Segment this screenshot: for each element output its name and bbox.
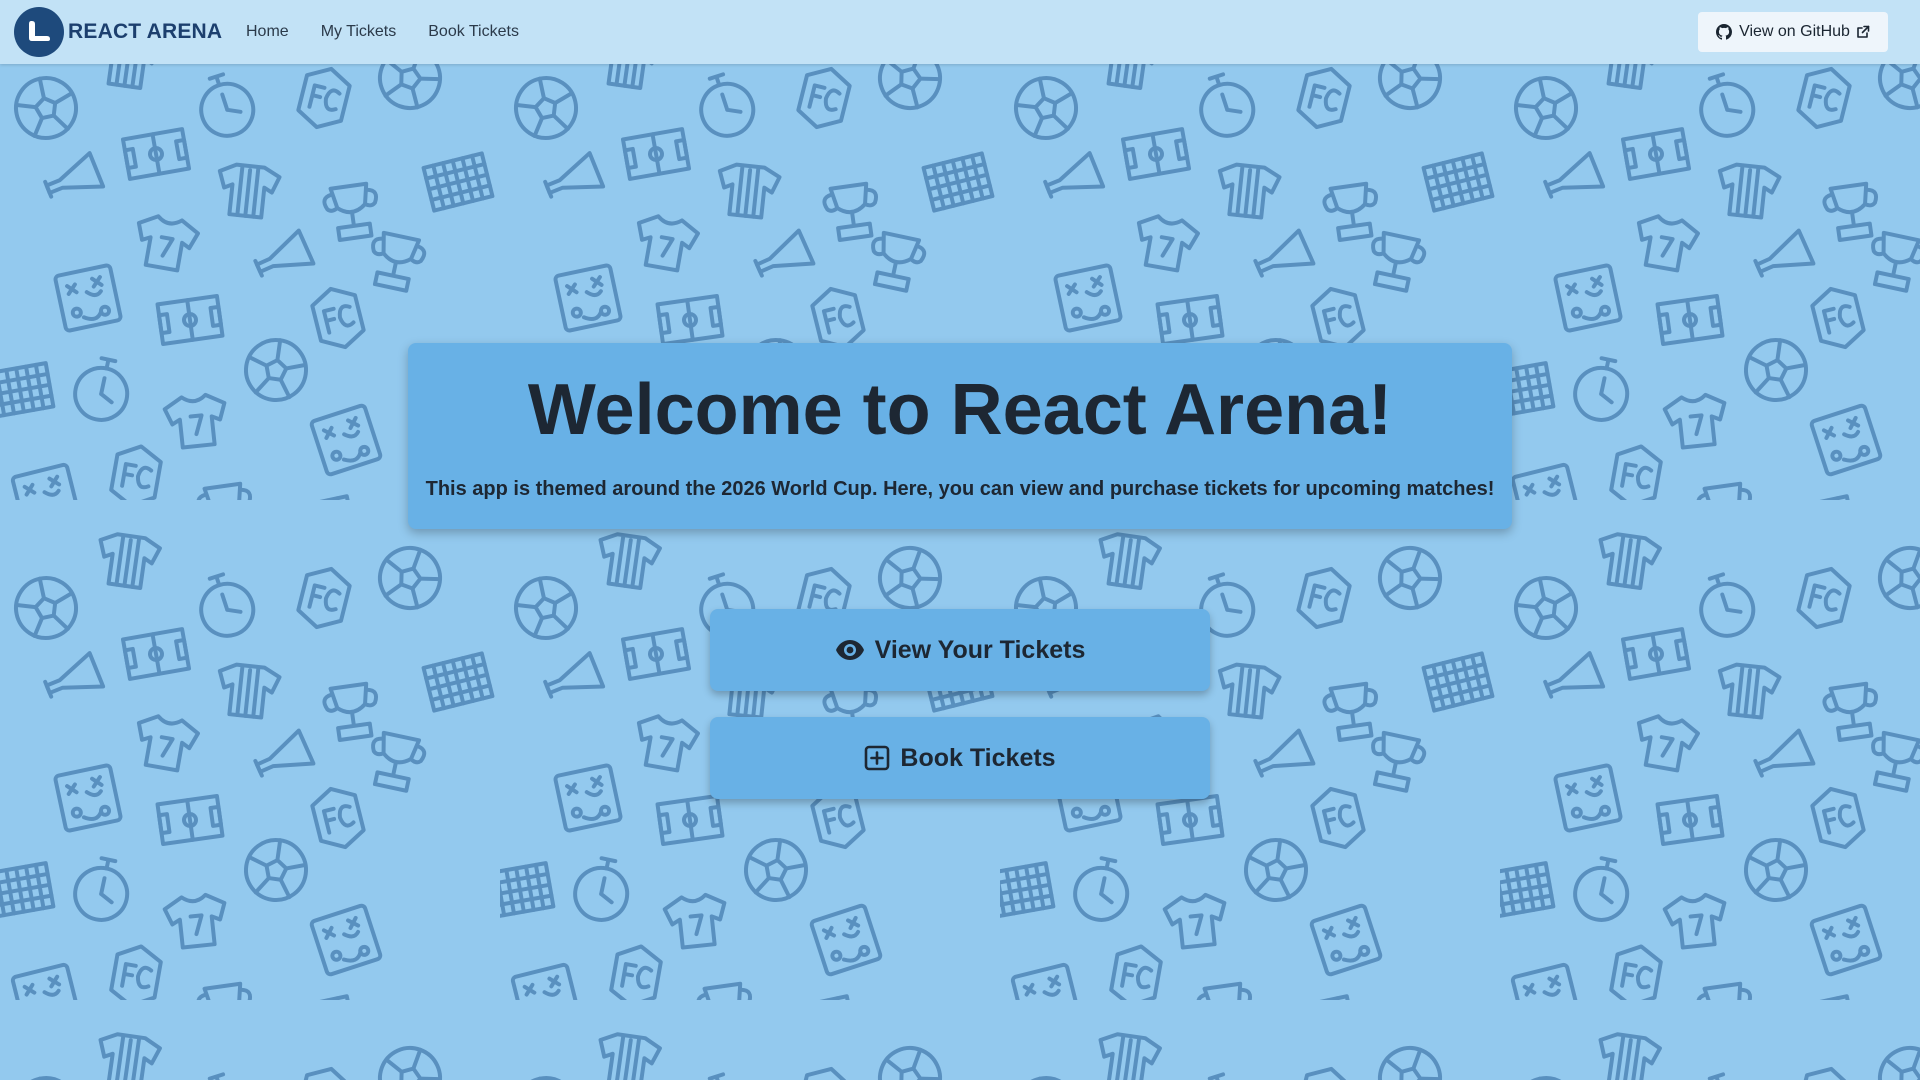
book-tickets-label: Book Tickets — [900, 743, 1056, 772]
eye-icon — [835, 639, 865, 661]
external-link-icon — [1856, 25, 1870, 39]
page-title: Welcome to React Arena! — [527, 370, 1393, 450]
book-tickets-button[interactable]: Book Tickets — [710, 717, 1210, 799]
brand-name: REACT ARENA — [68, 20, 223, 43]
welcome-description: This app is themed around the 2026 World… — [425, 477, 1495, 500]
nav-link-home[interactable]: Home — [246, 23, 289, 41]
github-button-label: View on GitHub — [1739, 23, 1850, 40]
view-your-tickets-button[interactable]: View Your Tickets — [710, 609, 1210, 691]
seat-logo-icon — [14, 7, 64, 57]
nav-link-my-tickets[interactable]: My Tickets — [321, 23, 397, 41]
top-navbar: REACT ARENA Home My Tickets Book Tickets… — [0, 0, 1920, 64]
nav-link-book-tickets[interactable]: Book Tickets — [428, 23, 519, 41]
welcome-card: Welcome to React Arena! This app is them… — [408, 343, 1512, 529]
football-pattern-background — [0, 0, 1920, 1080]
brand-link[interactable]: REACT ARENA — [14, 7, 222, 57]
github-icon — [1716, 24, 1733, 40]
view-your-tickets-label: View Your Tickets — [874, 635, 1086, 664]
view-on-github-button[interactable]: View on GitHub — [1698, 12, 1888, 52]
nav-links: Home My Tickets Book Tickets — [246, 0, 551, 64]
plus-square-icon — [864, 745, 890, 771]
